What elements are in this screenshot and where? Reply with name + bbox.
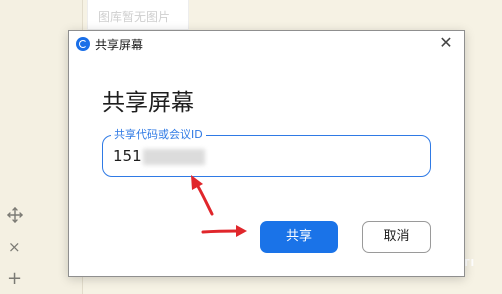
window-title: 共享屏幕 xyxy=(95,38,144,52)
plus-icon[interactable]: + xyxy=(7,270,22,288)
cancel-button[interactable]: 取消 xyxy=(362,221,431,253)
gallery-empty-text: 图库暂无图片 xyxy=(98,10,171,24)
close-icon[interactable]: ✕ xyxy=(436,33,456,53)
share-button[interactable]: 共享 xyxy=(260,221,338,253)
share-screen-dialog: 共享屏幕 ✕ 共享屏幕 共享代码或会议ID 151 共享 取消 xyxy=(68,30,465,277)
title-bar: 共享屏幕 ✕ xyxy=(69,31,464,57)
share-code-field[interactable]: 共享代码或会议ID 151 xyxy=(102,128,431,177)
gallery-empty-placeholder: 图库暂无图片 xyxy=(87,0,189,30)
share-code-label: 共享代码或会议ID xyxy=(111,128,206,142)
move-icon[interactable] xyxy=(6,206,24,224)
app-logo-icon xyxy=(76,37,90,51)
redacted-digits xyxy=(143,149,205,165)
close-icon[interactable]: × xyxy=(8,240,21,255)
share-code-value[interactable]: 151 xyxy=(113,147,142,165)
dialog-heading: 共享屏幕 xyxy=(102,90,194,116)
